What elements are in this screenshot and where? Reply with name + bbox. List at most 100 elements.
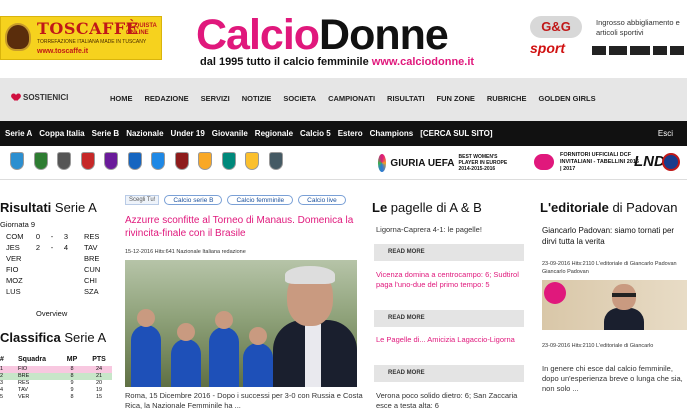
giuria-uefa-banner[interactable]: GIURIA UEFA BEST WOMEN'S PLAYER IN EUROP… [378, 152, 518, 174]
article-headline[interactable]: Azzurre sconfitte al Torneo di Manaus. D… [125, 214, 365, 240]
standings-pts: 15 [95, 394, 103, 400]
subnav-items: Serie A Coppa Italia Serie B Nazionale Under… [5, 129, 500, 138]
pagelle-item[interactable]: Ligorna-Caprera 4-1: le pagelle! [376, 225, 522, 235]
sub-nav: Serie A Coppa Italia Serie B Nazionale Under… [0, 121, 687, 146]
chip-calcio-live[interactable]: Calcio live [298, 195, 346, 205]
site-logo[interactable]: CalcioDonne dal 1995 tutto il calcio fem… [196, 12, 491, 72]
team-crest-icon[interactable] [57, 152, 71, 170]
result-row[interactable]: JES 2-4 TAV [0, 242, 112, 253]
team-crest-icon[interactable] [198, 152, 212, 170]
editoriale-title-rest: di Padovan [608, 200, 678, 215]
fornitori-text: FORNITORI UFFICIALI DCF INVITALIANI - TA… [560, 152, 639, 172]
editoriale-headline[interactable]: Giancarlo Padovan: siamo tornati per dir… [542, 225, 687, 247]
editoriale-photo[interactable] [542, 280, 687, 330]
standings-header: # Squadra MP PTS [0, 354, 112, 366]
menu-item[interactable]: GOLDEN GIRLS [538, 94, 595, 103]
menu-item[interactable]: RUBRICHE [487, 94, 527, 103]
standings-row[interactable]: 5 VER 8 15 [0, 394, 112, 401]
giornata-label: Giornata 9 [0, 220, 36, 229]
gg-description: Ingrosso abbigliamento e articoli sporti… [596, 18, 680, 37]
pagelle-item[interactable]: Vicenza domina a centrocampo: 6; Sudtiro… [376, 270, 522, 290]
ad-brand: TOSCAFFÈ [37, 19, 139, 38]
standings-row[interactable]: 3 RES 9 20 [0, 380, 112, 387]
col-team: Squadra [18, 356, 47, 363]
subnav-item[interactable]: Giovanile [212, 129, 248, 138]
standings-pos: 1 [0, 366, 4, 372]
read-more-button[interactable]: READ MORE [374, 310, 524, 327]
player-figure [243, 327, 273, 387]
subnav-item[interactable]: Under 19 [171, 129, 205, 138]
chip-calcio-serie-b[interactable]: Calcio serie B [164, 195, 223, 205]
standings-row[interactable]: 4 TAV 9 19 [0, 387, 112, 394]
esci-link[interactable]: Esci [658, 129, 673, 138]
sostienici-label: SOSTIENICI [23, 93, 69, 102]
standings-mp: 8 [70, 366, 74, 372]
pagelle-item[interactable]: Le Pagelle di... Amicizia Lagaccio-Ligor… [376, 335, 522, 345]
subnav-item[interactable]: Estero [338, 129, 363, 138]
team-crest-icon[interactable] [151, 152, 165, 170]
result-row[interactable]: MOZ CHI [0, 275, 112, 286]
standings-pts: 21 [95, 373, 103, 379]
team-crest-icon[interactable] [174, 152, 189, 170]
team-crest-icon[interactable] [104, 152, 118, 170]
result-score-home: 0 [35, 232, 41, 241]
menu-item[interactable]: REDAZIONE [145, 94, 189, 103]
team-crest-icon[interactable] [221, 152, 236, 170]
menu-item[interactable]: SOCIETA [283, 94, 316, 103]
site-url: www.calciodonne.it [371, 56, 475, 68]
subnav-item[interactable]: Calcio 5 [300, 129, 331, 138]
subnav-item[interactable]: Champions [370, 129, 414, 138]
article-excerpt: Roma, 15 Dicembre 2016 - Dopo i successi… [125, 391, 363, 410]
subnav-item[interactable]: Serie B [92, 129, 120, 138]
menu-item[interactable]: SERVIZI [201, 94, 230, 103]
team-crest-icon[interactable] [80, 152, 95, 170]
team-crest-icon[interactable] [33, 152, 48, 170]
site-tagline: dal 1995 tutto il calcio femminile [200, 56, 369, 68]
subnav-item[interactable]: Serie A [5, 129, 32, 138]
menu-item[interactable]: NOTIZIE [242, 94, 272, 103]
read-more-button[interactable]: READ MORE [374, 365, 524, 382]
scegli-tu-button[interactable]: Scegli Tu! [125, 195, 160, 205]
result-row[interactable]: FIO CUN [0, 264, 112, 275]
subnav-item[interactable]: [CERCA SUL SITO] [420, 129, 492, 138]
sostienici-link[interactable]: SOSTIENICI [12, 93, 68, 102]
menu-item[interactable]: CAMPIONATI [328, 94, 375, 103]
lnd-logo[interactable]: LND [634, 153, 665, 170]
result-dash: - [50, 232, 54, 241]
coffee-cup-icon [5, 23, 31, 51]
read-more-button[interactable]: READ MORE [374, 244, 524, 261]
result-row[interactable]: COM 0-3 RES [0, 231, 112, 242]
standings-pos: 5 [0, 394, 4, 400]
ad-gg-sport[interactable]: G&G sport Ingrosso abbigliamento e artic… [528, 16, 687, 60]
team-crest-icon[interactable] [127, 152, 142, 170]
team-crest-icon[interactable] [10, 152, 24, 170]
pagelle-column: Le pagelle di A & B Ligorna-Caprera 4-1:… [372, 192, 524, 412]
editoriale-title: L'editoriale di Padovan [540, 200, 678, 215]
result-row[interactable]: LUS SZA [0, 286, 112, 297]
overview-link[interactable]: Overview [36, 309, 67, 318]
result-row[interactable]: VER BRE [0, 253, 112, 264]
team-crest-icon[interactable] [268, 152, 283, 170]
result-away: BRE [84, 254, 100, 263]
ad-toscaffe[interactable]: TOSCAFFÈ TORREFAZIONE ITALIANA MADE IN T… [0, 16, 162, 60]
menu-item[interactable]: RISULTATI [387, 94, 425, 103]
subnav-item[interactable]: Regionale [255, 129, 293, 138]
standings-row[interactable]: 1 FIO 8 24 [0, 366, 112, 373]
pagelle-item[interactable]: Verona poco solido dietro: 6; San Zaccar… [376, 391, 522, 411]
subnav-item[interactable]: Coppa Italia [39, 129, 84, 138]
chip-calcio-femminile[interactable]: Calcio femminile [227, 195, 294, 205]
team-crest-icon[interactable] [245, 152, 259, 170]
article-photo[interactable] [125, 260, 357, 387]
subnav-item[interactable]: Nazionale [126, 129, 163, 138]
standings-row[interactable]: 2 BRE 8 21 [0, 373, 112, 380]
menu-item[interactable]: HOME [110, 94, 133, 103]
result-home: LUS [6, 287, 21, 296]
menu-item[interactable]: FUN ZONE [437, 94, 475, 103]
ad-cta: ACQUISTA ONLINE [126, 23, 157, 36]
result-dash [48, 264, 56, 275]
standings-team: VER [18, 394, 30, 400]
result-away: TAV [84, 243, 98, 252]
result-home: MOZ [6, 276, 23, 285]
result-away: CHI [84, 276, 97, 285]
standings-title-rest: Serie A [60, 330, 107, 345]
